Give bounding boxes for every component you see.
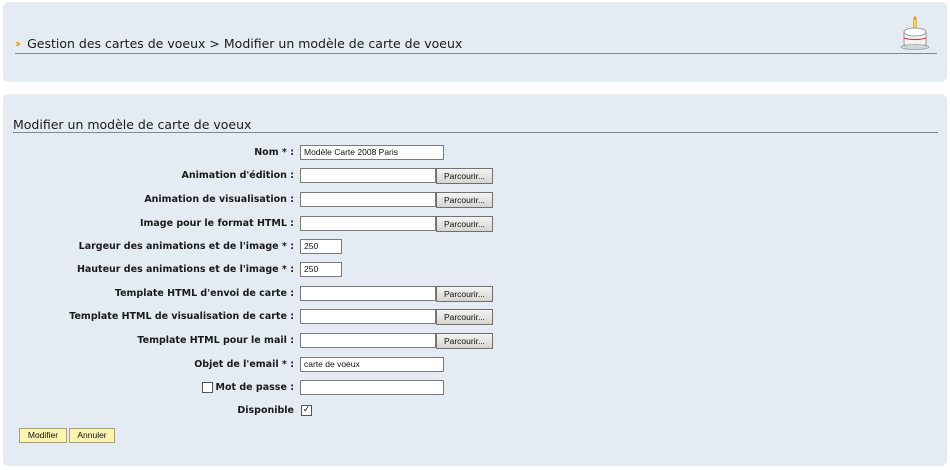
template-mail-label: Template HTML pour le mail :: [137, 335, 294, 346]
objet-email-input[interactable]: carte de voeux: [300, 357, 444, 372]
breadcrumb-section-link[interactable]: Gestion des cartes de voeux: [27, 36, 205, 51]
animation-edition-label: Animation d'édition :: [181, 170, 294, 181]
breadcrumb: ›› Gestion des cartes de voeux > Modifie…: [15, 36, 462, 51]
header-divider: [15, 53, 937, 54]
template-visualisation-browse-button[interactable]: Parcourir...: [436, 309, 493, 325]
disponible-checkbox[interactable]: ✓: [301, 405, 312, 416]
annuler-button[interactable]: Annuler: [69, 428, 115, 443]
row-template-envoi: Template HTML d'envoi de carte : Parcour…: [3, 286, 947, 302]
mot-de-passe-checkbox[interactable]: [201, 382, 213, 393]
breadcrumb-separator: >: [209, 36, 220, 51]
row-hauteur: Hauteur des animations et de l'image * :…: [3, 262, 947, 278]
row-mot-de-passe: Mot de passe :: [3, 380, 947, 396]
breadcrumb-current: Modifier un modèle de carte de voeux: [223, 36, 463, 51]
form-title-divider: [13, 132, 938, 133]
template-envoi-browse-button[interactable]: Parcourir...: [436, 286, 493, 302]
row-animation-edition: Animation d'édition : Parcourir...: [3, 168, 947, 184]
animation-visualisation-browse-button[interactable]: Parcourir...: [436, 192, 493, 208]
row-image-html: Image pour le format HTML : Parcourir...: [3, 216, 947, 232]
mot-de-passe-label-group: Mot de passe :: [201, 382, 294, 393]
row-disponible: Disponible ✓: [3, 403, 947, 419]
cake-icon: [900, 16, 930, 50]
template-visualisation-label: Template HTML de visualisation de carte …: [69, 311, 294, 322]
largeur-label: Largeur des animations et de l'image * :: [78, 241, 294, 252]
row-animation-visualisation: Animation de visualisation : Parcourir..…: [3, 192, 947, 208]
header-panel: ›› Gestion des cartes de voeux > Modifie…: [3, 2, 947, 82]
nom-label: Nom * :: [254, 147, 294, 158]
mot-de-passe-label: Mot de passe :: [215, 382, 294, 393]
animation-edition-input[interactable]: [300, 168, 436, 183]
animation-visualisation-input[interactable]: [300, 192, 436, 207]
template-mail-browse-button[interactable]: Parcourir...: [436, 333, 493, 349]
animation-visualisation-label: Animation de visualisation :: [144, 194, 294, 205]
template-visualisation-input[interactable]: [300, 309, 436, 324]
row-template-visualisation: Template HTML de visualisation de carte …: [3, 309, 947, 325]
animation-edition-browse-button[interactable]: Parcourir...: [436, 168, 493, 184]
row-objet-email: Objet de l'email * : carte de voeux: [3, 357, 947, 373]
row-nom: Nom * : Modèle Carte 2008 Paris: [3, 145, 947, 161]
hauteur-input[interactable]: 250: [300, 262, 342, 277]
image-html-label: Image pour le format HTML :: [139, 218, 294, 229]
largeur-input[interactable]: 250: [300, 239, 342, 254]
template-envoi-input[interactable]: [300, 286, 436, 301]
template-mail-input[interactable]: [300, 333, 436, 348]
mot-de-passe-input[interactable]: [300, 380, 444, 395]
template-envoi-label: Template HTML d'envoi de carte :: [114, 288, 294, 299]
row-largeur: Largeur des animations et de l'image * :…: [3, 239, 947, 255]
modifier-button[interactable]: Modifier: [19, 428, 67, 443]
objet-email-label: Objet de l'email * :: [194, 359, 294, 370]
breadcrumb-arrow-icon: ››: [15, 37, 21, 50]
form-panel: Modifier un modèle de carte de voeux Nom…: [3, 94, 947, 466]
disponible-label: Disponible: [237, 405, 294, 416]
row-template-mail: Template HTML pour le mail : Parcourir..…: [3, 333, 947, 349]
form-title: Modifier un modèle de carte de voeux: [13, 117, 252, 132]
image-html-input[interactable]: [300, 216, 436, 231]
nom-input[interactable]: Modèle Carte 2008 Paris: [300, 145, 444, 160]
hauteur-label: Hauteur des animations et de l'image * :: [76, 264, 294, 275]
image-html-browse-button[interactable]: Parcourir...: [436, 216, 493, 232]
